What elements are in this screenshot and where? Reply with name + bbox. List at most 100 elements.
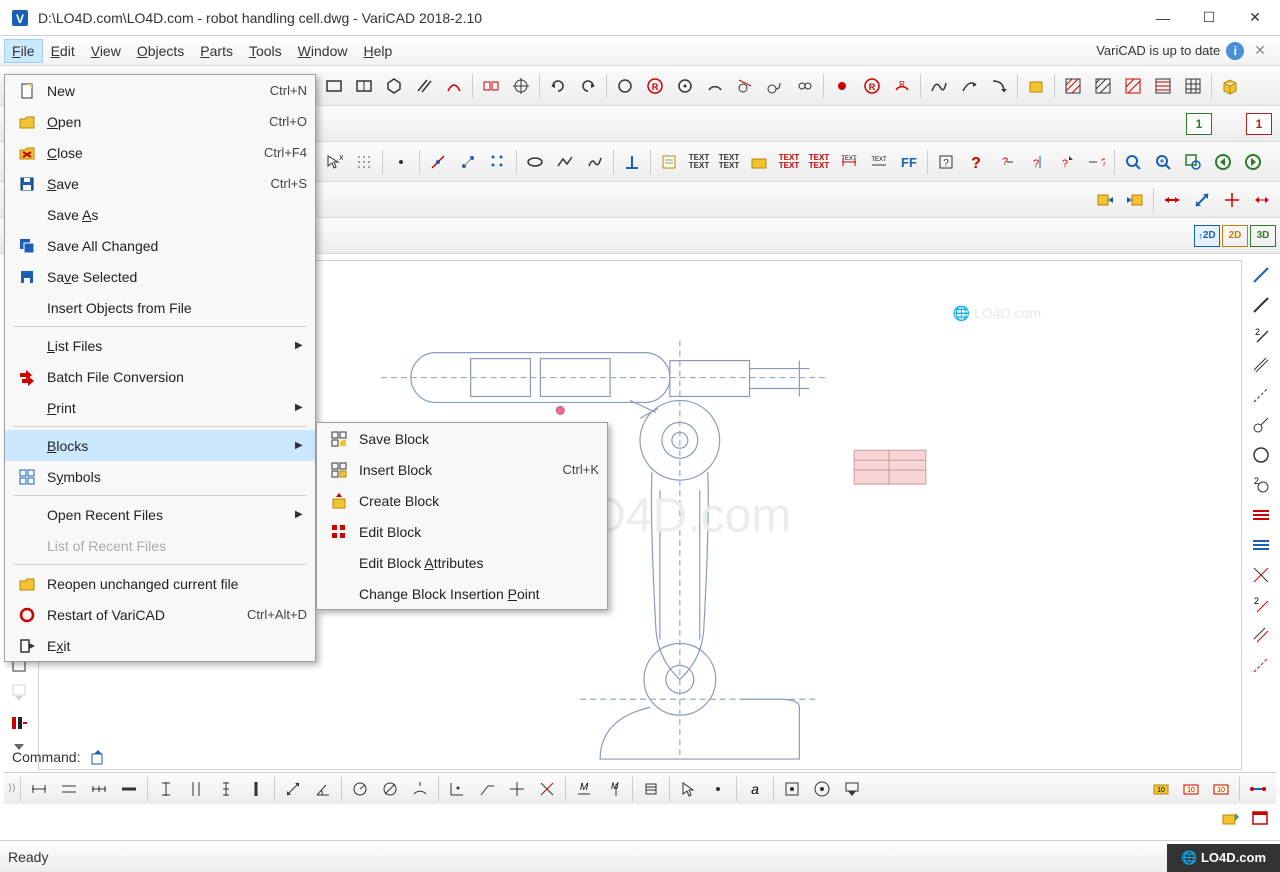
dim-v2-icon[interactable] bbox=[182, 775, 210, 803]
menu-save-all[interactable]: Save All Changed bbox=[5, 230, 315, 261]
menu-exit[interactable]: Exit bbox=[5, 630, 315, 661]
arc-r-icon[interactable]: R bbox=[888, 72, 916, 100]
crosshair-icon[interactable] bbox=[507, 72, 535, 100]
small-dot-icon[interactable] bbox=[387, 148, 415, 176]
menu-file[interactable]: File bbox=[4, 39, 43, 63]
help-red-icon[interactable]: ? bbox=[962, 148, 990, 176]
dim-h2-icon[interactable] bbox=[25, 775, 53, 803]
dim-vchain-icon[interactable] bbox=[212, 775, 240, 803]
arc-3pt-icon[interactable] bbox=[701, 72, 729, 100]
menu-tools[interactable]: Tools bbox=[241, 39, 290, 63]
badge-1b[interactable]: 1 bbox=[1246, 113, 1272, 135]
menu-save-as[interactable]: Save As bbox=[5, 199, 315, 230]
box10-3-icon[interactable]: 10 bbox=[1207, 775, 1235, 803]
menu-view[interactable]: View bbox=[83, 39, 129, 63]
menu-open-recent[interactable]: Open Recent Files ▶ bbox=[5, 499, 315, 530]
zoom-window-icon[interactable] bbox=[1179, 148, 1207, 176]
box-arrow1-icon[interactable] bbox=[1091, 186, 1119, 214]
chain-icon[interactable] bbox=[791, 72, 819, 100]
perp-icon[interactable] bbox=[618, 148, 646, 176]
help-arrow-icon[interactable]: ? bbox=[1052, 148, 1080, 176]
menu-save-selected[interactable]: Save Selected bbox=[5, 261, 315, 292]
zoom-next-icon[interactable] bbox=[1239, 148, 1267, 176]
grid-icon[interactable] bbox=[1179, 72, 1207, 100]
menu-help[interactable]: Help bbox=[355, 39, 400, 63]
circle-tool-icon[interactable] bbox=[611, 72, 639, 100]
cross-dim-icon[interactable] bbox=[503, 775, 531, 803]
dim-angle-icon[interactable] bbox=[309, 775, 337, 803]
zoom-prev-icon[interactable] bbox=[1209, 148, 1237, 176]
dim-thick-icon[interactable] bbox=[115, 775, 143, 803]
submenu-change-insertion-point[interactable]: Change Block Insertion Point bbox=[317, 578, 607, 609]
info-icon[interactable]: i bbox=[1226, 42, 1244, 60]
rectangle-icon[interactable] bbox=[320, 72, 348, 100]
menu-insert-objects[interactable]: Insert Objects from File bbox=[5, 292, 315, 323]
circle-r2-icon[interactable]: R bbox=[858, 72, 886, 100]
dim-arc-icon[interactable] bbox=[406, 775, 434, 803]
box-dot-icon[interactable] bbox=[778, 775, 806, 803]
dim-rad-icon[interactable] bbox=[346, 775, 374, 803]
leader-icon[interactable] bbox=[473, 775, 501, 803]
dim-vthick-icon[interactable] bbox=[242, 775, 270, 803]
text-tool-icon[interactable]: TEXTTEXT bbox=[685, 148, 713, 176]
diag-arrows-icon[interactable] bbox=[1188, 186, 1216, 214]
menu-open[interactable]: Open Ctrl+O bbox=[5, 106, 315, 137]
menu-edit[interactable]: Edit bbox=[43, 39, 83, 63]
maximize-button[interactable]: ☐ bbox=[1186, 2, 1232, 34]
submenu-edit-block-attrs[interactable]: Edit Block Attributes bbox=[317, 547, 607, 578]
dim-cross2-icon[interactable] bbox=[533, 775, 561, 803]
dim-diag-icon[interactable] bbox=[279, 775, 307, 803]
menu-save[interactable]: Save Ctrl+S bbox=[5, 168, 315, 199]
command-input-icon[interactable] bbox=[86, 745, 110, 769]
circle-center-icon[interactable] bbox=[671, 72, 699, 100]
fillet-icon[interactable] bbox=[761, 72, 789, 100]
folder-text-icon[interactable] bbox=[745, 148, 773, 176]
close-window-button[interactable]: ✕ bbox=[1232, 2, 1278, 34]
h-arrows-icon[interactable] bbox=[1158, 186, 1186, 214]
arc-tool-icon[interactable] bbox=[440, 72, 468, 100]
arc-seg-icon[interactable] bbox=[581, 148, 609, 176]
zoom-in-icon[interactable] bbox=[1149, 148, 1177, 176]
diag-dash-icon[interactable] bbox=[1246, 650, 1276, 680]
double-diag-icon[interactable] bbox=[1246, 620, 1276, 650]
circle-r-icon[interactable]: R bbox=[641, 72, 669, 100]
folder-arrow-icon[interactable] bbox=[1216, 804, 1244, 832]
coord-icon[interactable] bbox=[443, 775, 471, 803]
menu-reopen[interactable]: Reopen unchanged current file bbox=[5, 568, 315, 599]
diag-2-icon[interactable]: 2 bbox=[1246, 590, 1276, 620]
spline-icon[interactable] bbox=[925, 72, 953, 100]
menu-objects[interactable]: Objects bbox=[129, 39, 192, 63]
tangent-icon[interactable] bbox=[731, 72, 759, 100]
circle-line-icon[interactable] bbox=[1246, 410, 1276, 440]
submenu-create-block[interactable]: Create Block bbox=[317, 485, 607, 516]
notes-icon[interactable] bbox=[655, 148, 683, 176]
hatch3-icon[interactable] bbox=[1119, 72, 1147, 100]
dots-grid-icon[interactable] bbox=[350, 148, 378, 176]
minimize-button[interactable]: — bbox=[1140, 2, 1186, 34]
menu-list-files[interactable]: List Files ▶ bbox=[5, 330, 315, 361]
dim-v-icon[interactable] bbox=[152, 775, 180, 803]
pointer-icon[interactable] bbox=[674, 775, 702, 803]
text-red2-icon[interactable]: TEXTTEXT bbox=[805, 148, 833, 176]
circle-2-icon[interactable]: 2 bbox=[1246, 470, 1276, 500]
menu-close[interactable]: Close Ctrl+F4 bbox=[5, 137, 315, 168]
dim-chain-icon[interactable] bbox=[85, 775, 113, 803]
ff-icon[interactable]: FF bbox=[895, 148, 923, 176]
hatch2-icon[interactable] bbox=[1089, 72, 1117, 100]
help-line-icon[interactable]: ? bbox=[1082, 148, 1110, 176]
parallel-lines-icon[interactable] bbox=[410, 72, 438, 100]
polyline-icon[interactable] bbox=[551, 148, 579, 176]
zoom-fit-icon[interactable] bbox=[1119, 148, 1147, 176]
menu-symbols[interactable]: Symbols bbox=[5, 461, 315, 492]
thread-icon[interactable] bbox=[637, 775, 665, 803]
box-arrow2-icon[interactable] bbox=[1121, 186, 1149, 214]
submenu-edit-block[interactable]: Edit Block bbox=[317, 516, 607, 547]
hatch-red-icon[interactable] bbox=[1246, 500, 1276, 530]
box-arrow-down-icon[interactable] bbox=[838, 775, 866, 803]
curve-down-icon[interactable] bbox=[985, 72, 1013, 100]
submenu-save-block[interactable]: Save Block bbox=[317, 423, 607, 454]
help-dim-icon[interactable]: ? bbox=[992, 148, 1020, 176]
split-rect-icon[interactable] bbox=[350, 72, 378, 100]
lines-dash-icon[interactable] bbox=[1246, 380, 1276, 410]
menu-restart[interactable]: Restart of VariCAD Ctrl+Alt+D bbox=[5, 599, 315, 630]
